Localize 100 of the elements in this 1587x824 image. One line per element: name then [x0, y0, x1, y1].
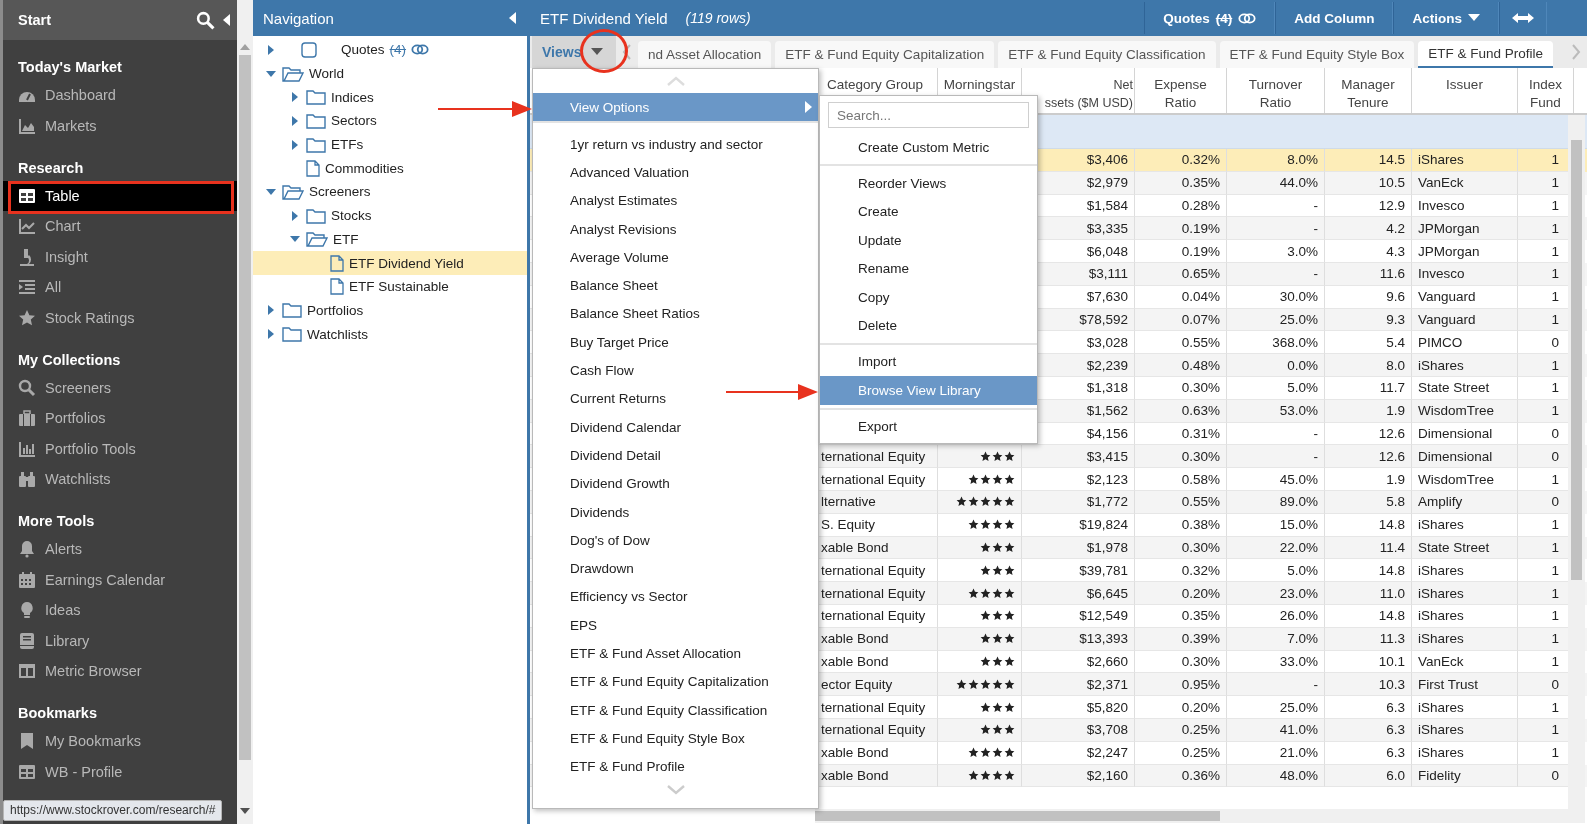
table-cell: 26.0% [1227, 604, 1325, 628]
table-cell: 0.55% [1135, 490, 1227, 514]
table-cell: - [1227, 673, 1325, 697]
table-cell: 11.6 [1325, 263, 1412, 286]
table-cell: 8.0 [1325, 354, 1412, 377]
table-cell: $13,393 [1022, 627, 1135, 651]
table-cell: JPMorgan [1412, 217, 1518, 241]
table-cell: $12,549 [1022, 604, 1135, 628]
section-heading: My Collections [17, 350, 122, 370]
table-cell: 0.63% [1135, 399, 1227, 423]
table-cell: 0.95% [1135, 673, 1227, 697]
status-url: https://www.stockrover.com/research/# [3, 800, 223, 821]
table-cell: 14.5 [1325, 149, 1412, 172]
table-cell: iShares [1412, 582, 1518, 605]
table-cell: 1.9 [1325, 468, 1412, 491]
table-cell: 0.07% [1135, 308, 1227, 332]
row-count: (119 rows) [685, 10, 751, 26]
table-cell: $6,645 [1022, 582, 1135, 605]
table-cell: 11.0 [1325, 582, 1412, 605]
table-cell: $2,160 [1022, 764, 1135, 788]
table-cell: 0.35% [1135, 604, 1227, 628]
table-cell: Vanguard [1412, 285, 1518, 309]
table-cell: $5,820 [1022, 696, 1135, 719]
table-cell: 11.7 [1325, 376, 1412, 400]
table-cell: Fidelity [1412, 764, 1518, 788]
table-cell: iShares [1412, 149, 1518, 172]
table-cell: 5.8 [1325, 490, 1412, 514]
table-cell: State Street [1412, 376, 1518, 400]
table-cell: 9.6 [1325, 285, 1412, 309]
table-cell: WisdomTree [1412, 468, 1518, 491]
table-cell: - [1227, 217, 1325, 241]
section-heading: Bookmarks [17, 704, 98, 724]
table-cell: 23.0% [1227, 582, 1325, 605]
table-cell: 0.20% [1135, 582, 1227, 605]
table-cell: 5.0% [1227, 376, 1325, 400]
table-cell: 0.20% [1135, 696, 1227, 719]
table-cell: 0.19% [1135, 217, 1227, 241]
table-cell: 25.0% [1227, 308, 1325, 332]
table-cell: $3,708 [1022, 718, 1135, 742]
table-cell: 0.30% [1135, 376, 1227, 400]
table-cell: 22.0% [1227, 536, 1325, 560]
table-cell: $2,123 [1022, 468, 1135, 491]
table-cell: - [1227, 263, 1325, 286]
sidebar-title: Start [18, 12, 53, 28]
table-cell: 6.3 [1325, 741, 1412, 765]
table-cell: 11.4 [1325, 536, 1412, 560]
section-heading: More Tools [17, 512, 96, 532]
table-cell: iShares [1412, 354, 1518, 377]
table-cell: 0.36% [1135, 764, 1227, 788]
table-cell: 89.0% [1227, 490, 1325, 514]
table-cell: 4.3 [1325, 240, 1412, 263]
table-cell: 14.8 [1325, 604, 1412, 628]
table-cell: iShares [1412, 627, 1518, 651]
table-cell: $1,772 [1022, 490, 1135, 514]
table-cell: iShares [1412, 718, 1518, 742]
table-cell: Dimensional [1412, 445, 1518, 469]
table-cell: 53.0% [1227, 399, 1325, 423]
table-cell: 15.0% [1227, 513, 1325, 537]
table-cell: $19,824 [1022, 513, 1135, 537]
table-cell: 9.3 [1325, 308, 1412, 332]
view-title: ETF Dividend Yield [539, 8, 668, 29]
table-cell: $2,247 [1022, 741, 1135, 765]
table-cell: Vanguard [1412, 308, 1518, 332]
table-cell: $2,371 [1022, 673, 1135, 697]
table-cell: 10.3 [1325, 673, 1412, 697]
table-cell: Amplify [1412, 490, 1518, 514]
table-cell: 0.48% [1135, 354, 1227, 377]
table-cell: iShares [1412, 513, 1518, 537]
table-cell: 0.25% [1135, 718, 1227, 742]
table-cell: 25.0% [1227, 696, 1325, 719]
table-cell: 45.0% [1227, 468, 1325, 491]
table-cell: First Trust [1412, 673, 1518, 697]
table-cell: 6.3 [1325, 718, 1412, 742]
table-cell: 0.0% [1227, 354, 1325, 377]
table-cell: 6.0 [1325, 764, 1412, 788]
table-cell: 0.38% [1135, 513, 1227, 537]
table-cell: 8.0% [1227, 149, 1325, 172]
panel-title: Navigation [263, 9, 335, 27]
table-cell: 0.25% [1135, 741, 1227, 765]
table-cell: 0.58% [1135, 468, 1227, 491]
table-cell: - [1227, 445, 1325, 469]
table-cell: 48.0% [1227, 764, 1325, 788]
section-heading: Research [17, 158, 85, 178]
table-cell: 7.0% [1227, 627, 1325, 651]
table-cell: 10.5 [1325, 171, 1412, 195]
table-cell: 21.0% [1227, 741, 1325, 765]
table-cell: JPMorgan [1412, 240, 1518, 263]
table-cell: 0.35% [1135, 171, 1227, 195]
table-cell: 11.3 [1325, 627, 1412, 651]
table-cell: 0.65% [1135, 263, 1227, 286]
table-cell: iShares [1412, 741, 1518, 765]
table-cell: 0.32% [1135, 149, 1227, 172]
table-cell: VanEck [1412, 171, 1518, 195]
table-cell: 0.30% [1135, 445, 1227, 469]
section-heading: Today's Market [17, 58, 123, 77]
table-cell: 6.3 [1325, 696, 1412, 719]
table-cell: 0.39% [1135, 627, 1227, 651]
table-cell: 14.8 [1325, 513, 1412, 537]
table-cell: Invesco [1412, 263, 1518, 286]
table-cell: 0.30% [1135, 536, 1227, 560]
